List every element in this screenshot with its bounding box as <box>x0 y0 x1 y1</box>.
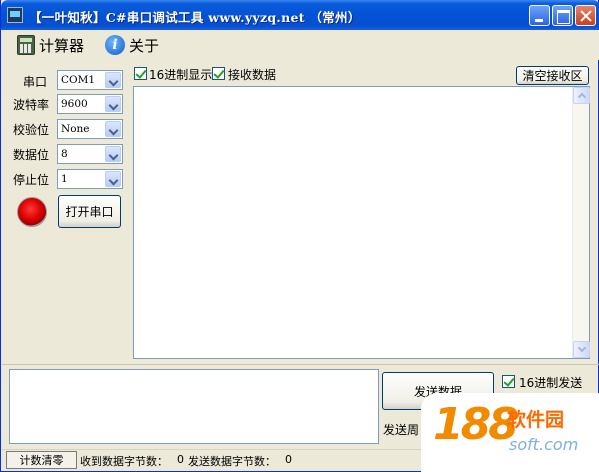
calculator-icon <box>17 35 35 55</box>
parity-label: 校验位 <box>13 123 50 137</box>
baud-label: 波特率 <box>13 98 50 112</box>
hex-send-checkbox[interactable] <box>502 375 515 388</box>
menu-item-about[interactable]: i 关于 <box>105 34 159 56</box>
maximize-icon <box>553 6 572 25</box>
chevron-down-icon[interactable] <box>105 121 121 137</box>
sent-bytes-count: 0 <box>285 453 292 466</box>
chevron-down-icon[interactable] <box>105 96 121 112</box>
watermark-name: 软件园 <box>507 409 565 431</box>
close-button[interactable] <box>575 5 596 26</box>
close-icon <box>576 6 595 25</box>
baud-select[interactable]: 9600 <box>57 94 123 114</box>
stopbits-value: 1 <box>61 173 68 185</box>
receive-data-label: 接收数据 <box>228 68 277 82</box>
databits-select[interactable]: 8 <box>57 144 123 164</box>
received-bytes-label: 收到数据字节数： <box>80 455 168 468</box>
watermark-url: soft.com <box>509 435 579 454</box>
menu-item-label: 计算器 <box>39 36 85 55</box>
chevron-down-icon[interactable] <box>105 72 121 88</box>
reset-count-button[interactable]: 计数清零 <box>6 451 77 469</box>
hex-send-label: 16进制发送 <box>519 376 583 390</box>
title-bar[interactable]: 【一叶知秋】C#串口调试工具 www.yyzq.net （常州） <box>1 0 599 30</box>
sent-bytes-label: 发送数据字节数： <box>188 455 276 468</box>
stopbits-select[interactable]: 1 <box>57 169 123 189</box>
chevron-down-icon[interactable] <box>105 171 121 187</box>
scroll-down-icon[interactable] <box>573 341 590 358</box>
maximize-button[interactable] <box>552 5 573 26</box>
port-label: 串口 <box>23 75 48 89</box>
scroll-up-icon[interactable] <box>573 87 590 104</box>
open-port-button[interactable]: 打开串口 <box>58 195 121 228</box>
window-title: 【一叶知秋】C#串口调试工具 www.yyzq.net （常州） <box>29 10 361 25</box>
received-bytes-count: 0 <box>177 453 184 466</box>
app-window: 【一叶知秋】C#串口调试工具 www.yyzq.net （常州） 计算器 i 关… <box>0 0 599 472</box>
watermark-logo: 188 <box>433 399 519 450</box>
divider <box>2 364 599 365</box>
menu-item-calculator[interactable]: 计算器 <box>17 34 84 56</box>
hex-display-label: 16进制显示 <box>149 68 213 82</box>
clear-receive-button[interactable]: 清空接收区 <box>516 66 589 85</box>
site-watermark: 188 软件园 soft.com <box>421 393 599 472</box>
info-icon: i <box>105 35 125 55</box>
receive-data-checkbox[interactable] <box>212 67 225 80</box>
parity-select[interactable]: None <box>57 119 123 139</box>
databits-label: 数据位 <box>13 148 50 162</box>
menu-bar: 计算器 i 关于 <box>2 30 599 60</box>
chevron-down-icon[interactable] <box>105 146 121 162</box>
parity-value: None <box>61 123 90 135</box>
app-icon[interactable] <box>7 7 23 23</box>
port-status-led-icon <box>17 197 47 227</box>
databits-value: 8 <box>61 148 68 160</box>
minimize-icon <box>530 6 549 25</box>
hex-display-checkbox[interactable] <box>134 67 147 80</box>
minimize-button[interactable] <box>529 5 550 26</box>
baud-value: 9600 <box>61 98 88 110</box>
port-value: COM1 <box>61 74 96 86</box>
receive-textarea[interactable] <box>133 86 590 359</box>
menu-item-label: 关于 <box>129 36 160 55</box>
receive-scrollbar[interactable] <box>572 87 590 358</box>
send-textarea[interactable] <box>9 369 379 444</box>
port-select[interactable]: COM1 <box>57 70 123 90</box>
send-period-label: 发送周 <box>383 423 420 437</box>
stopbits-label: 停止位 <box>13 173 50 187</box>
